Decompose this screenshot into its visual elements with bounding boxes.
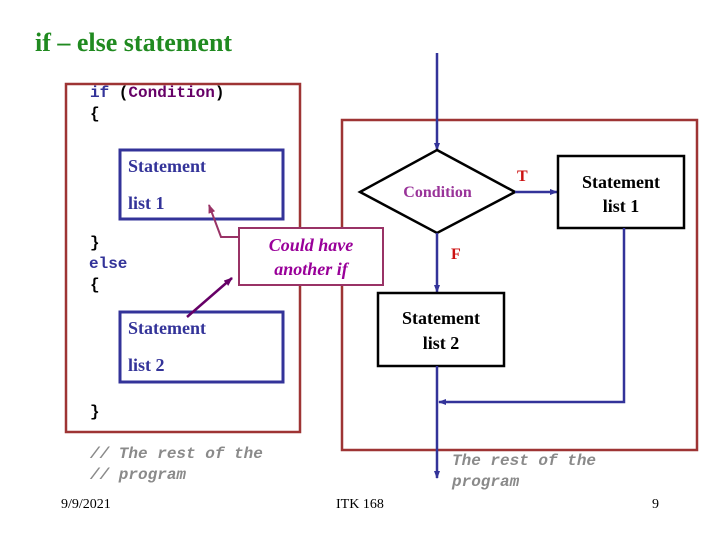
condition-text: Condition [128, 84, 215, 102]
exit-label-line2: program [452, 473, 520, 491]
footer-course: ITK 168 [336, 497, 384, 512]
decision-label: Condition [403, 184, 472, 201]
callout-line1: Could have [268, 235, 354, 255]
false-box-line1: Statement [402, 308, 480, 328]
open-paren: ( [109, 84, 129, 102]
footer-date: 9/9/2021 [61, 497, 111, 512]
exit-label-line1: The rest of the [452, 452, 597, 470]
true-statement-box [556, 154, 686, 230]
false-box-line2: list 2 [422, 333, 460, 353]
callout-line2: another if [274, 259, 348, 279]
else-keyword: else [89, 255, 128, 273]
false-statement-box [376, 291, 506, 368]
true-box-line1: Statement [582, 172, 660, 192]
code-if-line: if (Condition) [90, 85, 224, 101]
open-brace-if: { [90, 105, 100, 123]
code-statement-list-2-line2: list 2 [128, 355, 165, 375]
true-label: T [517, 168, 528, 185]
callout-pointer-list-1 [208, 204, 239, 238]
footer-page-number: 9 [652, 497, 659, 512]
true-box-line2: list 1 [602, 196, 640, 216]
code-statement-list-1-line2: list 1 [128, 193, 165, 213]
close-paren: ) [214, 84, 225, 102]
slide-title: if – else statement [35, 28, 233, 57]
if-keyword: if [90, 84, 110, 102]
code-statement-list-2-line1: Statement [128, 318, 206, 338]
slide: if – else statement if (Condition) { Sta… [0, 0, 720, 540]
close-brace-else: } [90, 403, 100, 421]
close-brace-if: } [90, 234, 100, 252]
open-brace-else: { [90, 276, 100, 294]
code-comment-line2: // program [90, 466, 187, 484]
code-comment-line1: // The rest of the [90, 445, 263, 463]
code-statement-list-1-line1: Statement [128, 156, 206, 176]
false-label: F [451, 246, 461, 263]
